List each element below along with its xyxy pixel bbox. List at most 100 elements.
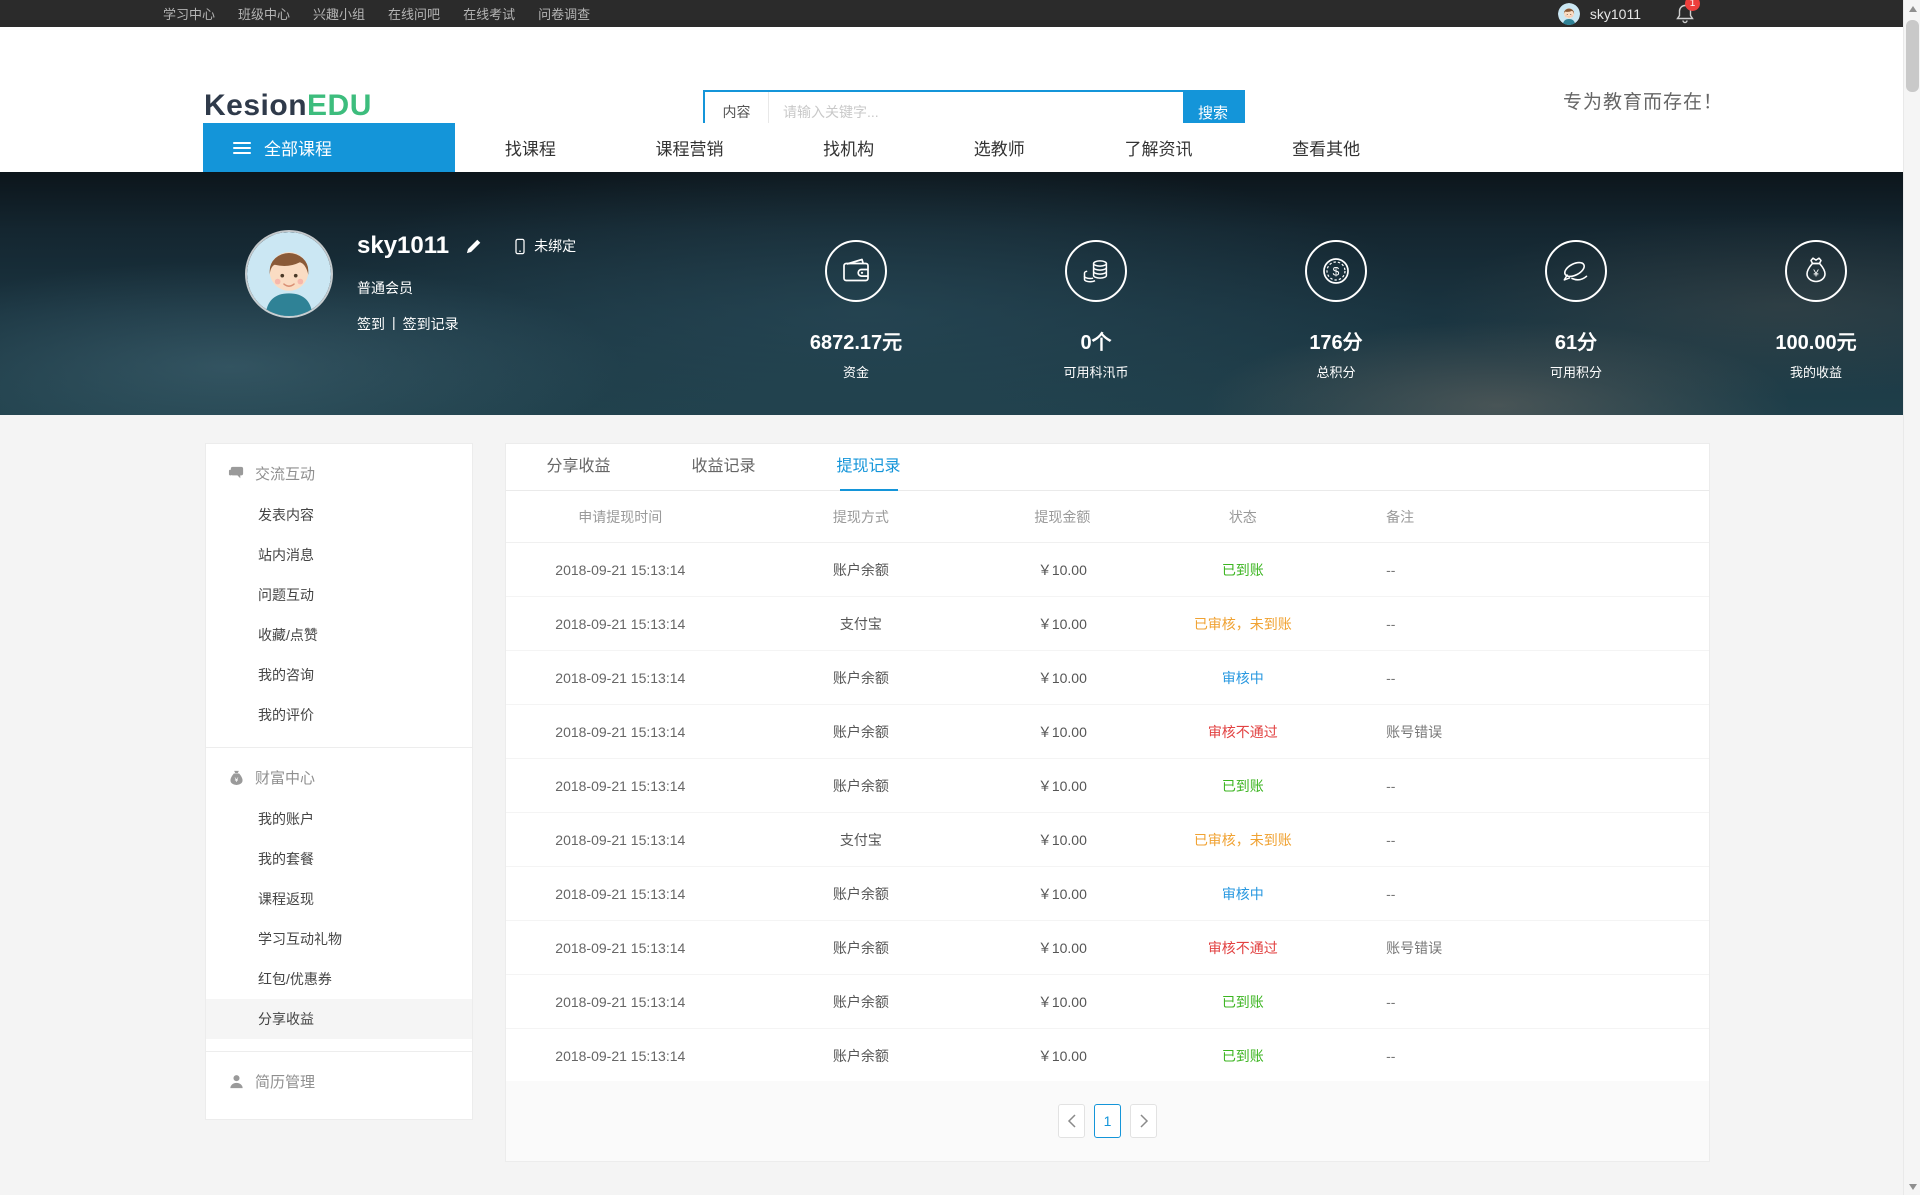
withdraw-time: 2018-09-21 15:13:14: [506, 670, 735, 686]
nav-link[interactable]: 查看其他: [1292, 135, 1360, 160]
stat-income[interactable]: 100.00元 我的收益: [1716, 240, 1916, 381]
withdraw-method: 支付宝: [735, 614, 988, 634]
prev-page-button[interactable]: [1058, 1104, 1085, 1138]
topbar-menu-item[interactable]: 班级中心: [238, 4, 290, 23]
status-badge: 审核中: [1138, 884, 1349, 904]
chat-icon: [228, 465, 245, 482]
scroll-up-arrow[interactable]: [1904, 0, 1920, 17]
table-row: 2018-09-21 15:13:14 账户余额 ￥10.00 已到账 --: [506, 759, 1709, 813]
user-banner: sky1011 未绑定 普通会员 签到 | 签到记录 6872.17元 资金: [0, 172, 1920, 415]
edit-pencil-icon[interactable]: [465, 238, 482, 255]
sidebar-item[interactable]: 我的评价: [206, 695, 472, 735]
sign-in-link[interactable]: 签到: [357, 314, 385, 334]
sidebar-item[interactable]: 学习互动礼物: [206, 919, 472, 959]
scrollbar-thumb[interactable]: [1906, 20, 1919, 92]
header: KesionEDU 内容 搜索 专为教育而存在！ 400-008-0263: [0, 27, 1920, 123]
status-badge: 已到账: [1138, 992, 1349, 1012]
stat-label: 可用积分: [1476, 362, 1676, 381]
withdraw-amount: ￥10.00: [987, 668, 1137, 688]
status-badge: 已到账: [1138, 776, 1349, 796]
withdraw-note: 账号错误: [1348, 938, 1709, 958]
scrollbar[interactable]: [1903, 0, 1920, 1195]
sign-record-link[interactable]: 签到记录: [403, 314, 459, 334]
coins-icon: [1065, 240, 1127, 302]
withdraw-note: --: [1348, 886, 1709, 902]
tab[interactable]: 收益记录: [651, 444, 796, 490]
withdraw-note: --: [1348, 1048, 1709, 1064]
topbar-user: sky1011 1: [1558, 0, 1695, 27]
col-header-note: 备注: [1348, 507, 1709, 527]
main-nav: 全部课程 找课程 课程营销 找机构 选教师 了解资讯 查看其他: [0, 123, 1920, 172]
hamburger-icon: [233, 139, 251, 157]
pen-coin-icon: [1545, 240, 1607, 302]
nav-link[interactable]: 了解资讯: [1124, 135, 1192, 160]
topbar-menu-item[interactable]: 学习中心: [163, 4, 215, 23]
sidebar-item[interactable]: 课程返现: [206, 879, 472, 919]
nav-link[interactable]: 选教师: [974, 135, 1025, 160]
slogan-text: 专为教育而存在！: [1563, 87, 1723, 114]
sidebar-item[interactable]: 问题互动: [206, 575, 472, 615]
next-page-button[interactable]: [1130, 1104, 1157, 1138]
topbar-username[interactable]: sky1011: [1590, 6, 1641, 22]
table-row: 2018-09-21 15:13:14 账户余额 ￥10.00 审核不通过 账号…: [506, 921, 1709, 975]
stat-value: 0个: [996, 326, 1196, 355]
topbar-menu-item[interactable]: 在线考试: [463, 4, 515, 23]
tab[interactable]: 分享收益: [506, 444, 651, 490]
withdraw-note: --: [1348, 562, 1709, 578]
sidebar-item[interactable]: 站内消息: [206, 535, 472, 575]
topbar-menu-item[interactable]: 兴趣小组: [313, 4, 365, 23]
status-badge: 审核中: [1138, 668, 1349, 688]
chevron-left-icon: [1067, 1114, 1077, 1128]
avatar[interactable]: [1558, 3, 1580, 25]
status-badge: 审核不通过: [1138, 722, 1349, 742]
withdraw-time: 2018-09-21 15:13:14: [506, 724, 735, 740]
stat-label: 可用科汛币: [996, 362, 1196, 381]
nav-link[interactable]: 找机构: [823, 135, 874, 160]
topbar-menu-item[interactable]: 问卷调查: [538, 4, 590, 23]
withdraw-note: --: [1348, 670, 1709, 686]
scroll-down-arrow[interactable]: [1904, 1178, 1920, 1195]
tab[interactable]: 提现记录: [796, 444, 941, 490]
sidebar-item[interactable]: 红包/优惠券: [206, 959, 472, 999]
user-info: sky1011 未绑定 普通会员 签到 | 签到记录: [357, 232, 576, 334]
page: 学习中心 班级中心 兴趣小组 在线问吧 在线考试 问卷调查 sky1011 1 Kesio…: [0, 0, 1920, 1195]
main-content: 分享收益收益记录提现记录 申请提现时间 提现方式 提现金额 状态 备注 2018…: [505, 443, 1710, 1162]
all-courses-button[interactable]: 全部课程: [203, 123, 455, 172]
sidebar-item[interactable]: 分享收益: [206, 999, 472, 1039]
table-row: 2018-09-21 15:13:14 账户余额 ￥10.00 已到账 --: [506, 543, 1709, 597]
table-row: 2018-09-21 15:13:14 账户余额 ￥10.00 审核不通过 账号…: [506, 705, 1709, 759]
bind-status-label: 未绑定: [534, 236, 576, 256]
table-row: 2018-09-21 15:13:14 支付宝 ￥10.00 已审核，未到账 -…: [506, 813, 1709, 867]
sidebar-item[interactable]: 我的账户: [206, 799, 472, 839]
stat-coins[interactable]: 0个 可用科汛币: [996, 240, 1196, 381]
withdraw-method: 账户余额: [735, 992, 988, 1012]
nav-link[interactable]: 找课程: [505, 135, 556, 160]
phone-bind-status[interactable]: 未绑定: [512, 236, 576, 256]
withdraw-method: 账户余额: [735, 668, 988, 688]
logo[interactable]: KesionEDU: [204, 89, 372, 123]
nav-link[interactable]: 课程营销: [655, 135, 723, 160]
notification-bell[interactable]: 1: [1675, 3, 1695, 25]
stat-total-points[interactable]: 176分 总积分: [1236, 240, 1436, 381]
stat-funds[interactable]: 6872.17元 资金: [756, 240, 956, 381]
table-row: 2018-09-21 15:13:14 支付宝 ￥10.00 已审核，未到账 -…: [506, 597, 1709, 651]
withdraw-time: 2018-09-21 15:13:14: [506, 994, 735, 1010]
topbar-menu-item[interactable]: 在线问吧: [388, 4, 440, 23]
stat-value: 6872.17元: [756, 326, 956, 355]
sidebar-item[interactable]: 我的咨询: [206, 655, 472, 695]
withdraw-note: 账号错误: [1348, 722, 1709, 742]
stat-available-points[interactable]: 61分 可用积分: [1476, 240, 1676, 381]
col-header-status: 状态: [1138, 507, 1349, 527]
withdraw-method: 账户余额: [735, 722, 988, 742]
sidebar-item[interactable]: 我的套餐: [206, 839, 472, 879]
withdraw-amount: ￥10.00: [987, 1046, 1137, 1066]
withdraw-time: 2018-09-21 15:13:14: [506, 940, 735, 956]
col-header-method: 提现方式: [735, 507, 988, 527]
sidebar-item[interactable]: 发表内容: [206, 495, 472, 535]
stat-label: 我的收益: [1716, 362, 1916, 381]
sidebar-item[interactable]: 收藏/点赞: [206, 615, 472, 655]
withdraw-amount: ￥10.00: [987, 938, 1137, 958]
page-number-button[interactable]: 1: [1094, 1104, 1121, 1138]
withdraw-note: --: [1348, 616, 1709, 632]
withdraw-method: 账户余额: [735, 560, 988, 580]
